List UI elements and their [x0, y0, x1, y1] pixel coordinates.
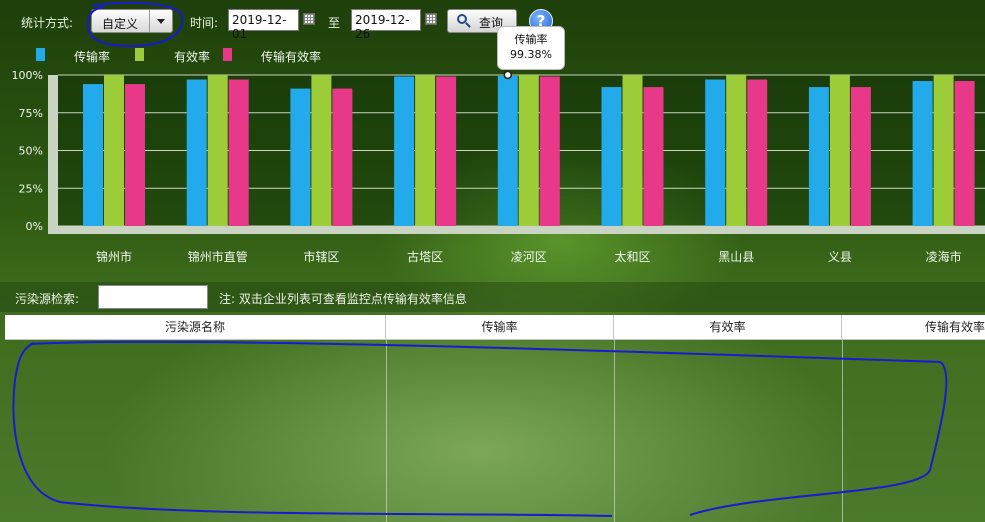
y-tick-label: 0% — [26, 220, 43, 233]
stat-mode-select[interactable]: 自定义 — [91, 9, 173, 33]
end-date-input[interactable]: 2019-12-26 — [351, 9, 421, 41]
x-tick-label: 义县 — [828, 250, 852, 264]
bar — [332, 88, 353, 226]
bar — [747, 79, 768, 226]
start-date-input[interactable]: 2019-12-01 — [228, 9, 299, 41]
search-input[interactable] — [98, 285, 208, 309]
bar-chart: 0% 25% 50% 75% 100% 锦州市 锦州市直管 市辖区 古塔区 凌河区 太和区 黑山县 义县… — [12, 69, 985, 264]
x-tick-label: 太和区 — [614, 249, 650, 264]
x-tick-label: 黑山县 — [718, 250, 754, 264]
bar — [539, 76, 560, 226]
x-tick-label: 锦州市直管 — [188, 249, 248, 264]
bar — [207, 75, 228, 226]
column-header-validity[interactable]: 有效率 — [614, 315, 842, 339]
column-divider — [842, 340, 843, 522]
column-header-transmission[interactable]: 传输率 — [386, 315, 614, 339]
x-tick-label: 凌河区 — [511, 250, 547, 264]
bar — [912, 81, 933, 226]
search-note: 注: 双击企业列表可查看监控点传输有效率信息 — [219, 292, 467, 306]
table-header: 污染源名称 传输率 有效率 传输有效率 — [5, 315, 985, 340]
bar — [705, 79, 726, 226]
bar — [228, 79, 249, 226]
bar — [125, 84, 145, 226]
bar — [83, 84, 103, 226]
column-divider — [614, 340, 615, 522]
bar — [726, 75, 747, 226]
tooltip-value: 99.38% — [510, 48, 552, 61]
legend-swatch-transmission — [36, 48, 45, 61]
search-label: 污染源检索: — [15, 292, 80, 306]
bar — [829, 75, 850, 226]
bar — [311, 75, 332, 226]
legend-swatch-validity — [135, 48, 144, 61]
table-body[interactable] — [5, 340, 985, 522]
bar — [518, 75, 539, 226]
to-label: 至 — [328, 16, 341, 30]
x-tick-label: 锦州市 — [96, 249, 132, 264]
search-icon — [457, 14, 467, 24]
calendar-icon[interactable] — [303, 13, 315, 25]
bar — [850, 87, 871, 226]
y-axis — [48, 75, 58, 234]
legend-swatch-trans-valid — [223, 48, 232, 61]
y-tick-label: 75% — [19, 107, 43, 120]
x-tick-label: 古塔区 — [407, 249, 443, 264]
x-tick-label: 凌海市 — [926, 249, 962, 264]
tooltip-series: 传输率 — [514, 33, 548, 46]
toolbar: 统计方式: 自定义 时间: 2019-12-01 至 2019-12-26 查询… — [0, 0, 985, 42]
bar — [186, 79, 207, 226]
x-tick-label: 市辖区 — [303, 249, 339, 264]
stat-mode-value: 自定义 — [102, 17, 139, 31]
column-header-name[interactable]: 污染源名称 — [5, 315, 386, 339]
calendar-icon[interactable] — [425, 13, 437, 25]
column-divider — [386, 340, 387, 522]
bar — [622, 75, 643, 226]
column-header-trans-valid[interactable]: 传输有效率 — [842, 315, 985, 339]
y-tick-label: 100% — [12, 69, 43, 82]
stat-mode-label: 统计方式: — [21, 16, 74, 30]
bar — [643, 87, 664, 226]
y-tick-label: 50% — [19, 145, 43, 158]
bar — [436, 76, 457, 226]
time-label: 时间: — [190, 16, 219, 30]
bar — [601, 87, 622, 226]
chevron-down-icon[interactable] — [149, 10, 172, 32]
bar — [415, 75, 436, 226]
y-tick-label: 25% — [19, 182, 43, 195]
bar — [104, 75, 124, 226]
bar — [394, 76, 415, 226]
bar — [954, 81, 975, 226]
x-axis — [48, 226, 985, 234]
bar — [933, 75, 954, 226]
bar — [290, 88, 311, 226]
hover-marker — [503, 70, 513, 80]
bar — [497, 75, 518, 226]
chart-tooltip: 传输率 99.38% — [497, 26, 565, 70]
bar — [808, 87, 829, 226]
